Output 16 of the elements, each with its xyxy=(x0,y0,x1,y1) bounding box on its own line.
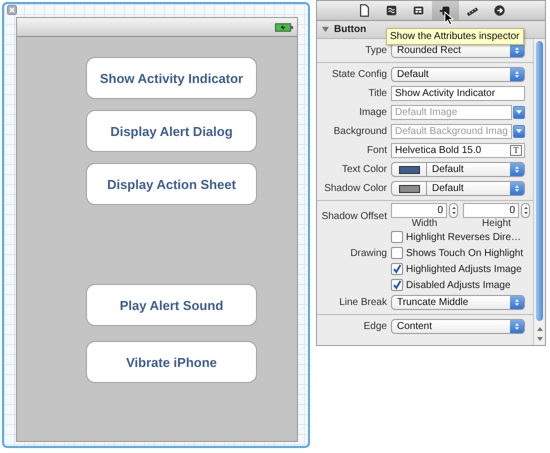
field-label: Image xyxy=(359,107,387,118)
field-label: Type xyxy=(365,45,387,56)
field-label: Background xyxy=(334,126,387,137)
field-label: Text Color xyxy=(342,164,387,175)
field-label: Edge xyxy=(364,321,387,332)
field-label: Font xyxy=(366,145,387,156)
field-label: Drawing xyxy=(350,248,387,258)
caption: Height xyxy=(481,218,512,229)
field-label: Title xyxy=(368,88,387,99)
tooltip: Show the Attributes inspector xyxy=(386,28,524,45)
section-title: Button xyxy=(334,24,366,35)
caption: Width xyxy=(410,218,438,229)
field-label: Line Break xyxy=(339,297,387,308)
field-label: Shadow Offset xyxy=(322,210,387,222)
field-label: Shadow Color xyxy=(324,183,387,194)
field-label: State Config xyxy=(332,69,387,80)
